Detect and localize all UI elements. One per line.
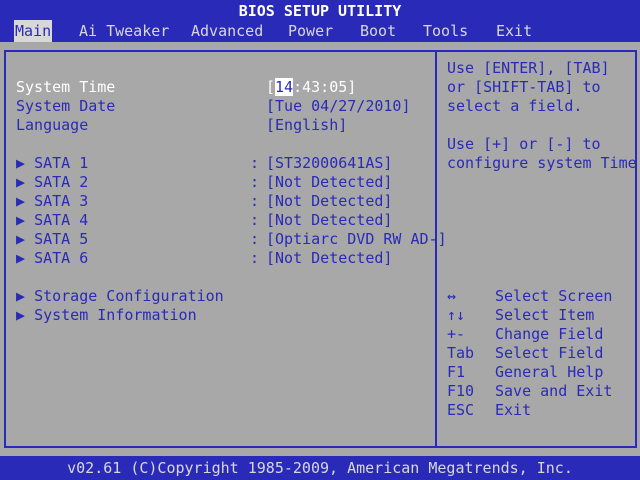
submenu-arrow-icon: ▶ xyxy=(16,173,26,191)
system-time-row[interactable]: System Time xyxy=(16,78,115,97)
help-line-2: or [SHIFT-TAB] to xyxy=(447,78,601,96)
sata-5-label: SATA 5 xyxy=(34,230,89,248)
language-label: Language xyxy=(16,116,89,134)
key-desc: Select Screen xyxy=(495,287,613,305)
system-time-label: System Time xyxy=(16,78,116,96)
submenu-arrow-icon: ▶ xyxy=(16,306,26,324)
key-desc: Select Field xyxy=(495,344,604,362)
key-desc: General Help xyxy=(495,363,604,381)
key-desc: Save and Exit xyxy=(495,382,613,400)
sata-1-value: [ST32000641AS] xyxy=(266,154,393,172)
sata-4-separator: : xyxy=(250,211,260,229)
language-row[interactable]: Language xyxy=(16,116,88,135)
sata-1-row[interactable]: ▶ SATA 1 xyxy=(16,154,88,173)
system-time-value[interactable]: [14:43:05] xyxy=(266,78,356,97)
key-desc: Select Item xyxy=(495,306,595,324)
key-legend-select-item: ↑↓ Select Item xyxy=(447,306,594,325)
window-title: BIOS SETUP UTILITY xyxy=(0,0,640,20)
help-line-5: configure system Time. xyxy=(447,154,640,172)
sata-5-row[interactable]: ▶ SATA 5 xyxy=(16,230,88,249)
key-legend-exit: ESC Exit xyxy=(447,401,531,420)
submenu-arrow-icon: ▶ xyxy=(16,192,26,210)
help-line-3: select a field. xyxy=(447,97,583,115)
sata-2-value: [Not Detected] xyxy=(266,173,393,191)
sata-5-value: [Optiarc DVD RW AD-] xyxy=(266,230,447,248)
tab-power[interactable]: Power xyxy=(288,20,333,42)
key-desc: Change Field xyxy=(495,325,604,343)
sata-3-row[interactable]: ▶ SATA 3 xyxy=(16,192,88,211)
help-line-4: Use [+] or [-] to xyxy=(447,135,601,153)
system-information-item[interactable]: ▶ System Information xyxy=(16,306,197,325)
copyright-footer: v02.61 (C)Copyright 1985-2009, American … xyxy=(0,456,640,480)
system-date-label: System Date xyxy=(16,97,116,115)
sata-6-label: SATA 6 xyxy=(34,249,89,267)
sata-2-row[interactable]: ▶ SATA 2 xyxy=(16,173,88,192)
sata-6-row[interactable]: ▶ SATA 6 xyxy=(16,249,88,268)
f1-key: F1 xyxy=(447,363,466,381)
submenu-arrow-icon: ▶ xyxy=(16,211,26,229)
system-date-value[interactable]: [Tue 04/27/2010] xyxy=(266,97,411,116)
submenu-arrow-icon: ▶ xyxy=(16,287,26,305)
tab-tools[interactable]: Tools xyxy=(423,20,468,42)
sata-2-separator: : xyxy=(250,173,260,191)
tab-boot[interactable]: Boot xyxy=(360,20,396,42)
sata-6-value: [Not Detected] xyxy=(266,249,393,267)
submenu-arrow-icon: ▶ xyxy=(16,154,26,172)
system-date-row[interactable]: System Date xyxy=(16,97,115,116)
system-time-hour-cursor[interactable]: 14 xyxy=(275,78,294,96)
help-line-1: Use [ENTER], [TAB] xyxy=(447,59,610,77)
key-desc: Exit xyxy=(495,401,532,419)
tab-key: Tab xyxy=(447,344,475,362)
system-time-rest: :43:05] xyxy=(293,78,357,96)
sata-4-row[interactable]: ▶ SATA 4 xyxy=(16,211,88,230)
sata-5-separator: : xyxy=(250,230,260,248)
plus-minus-key: +- xyxy=(447,325,466,343)
key-legend-save-exit: F10 Save and Exit xyxy=(447,382,612,401)
language-value[interactable]: [English] xyxy=(266,116,347,135)
key-legend-select-field: Tab Select Field xyxy=(447,344,603,363)
submenu-arrow-icon: ▶ xyxy=(16,249,26,267)
system-information-label: System Information xyxy=(34,306,197,324)
menu-bar: Main Ai Tweaker Advanced Power Boot Tool… xyxy=(0,20,640,42)
tab-advanced[interactable]: Advanced xyxy=(191,20,263,42)
key-legend-general-help: F1 General Help xyxy=(447,363,603,382)
sata-3-separator: : xyxy=(250,192,260,210)
tab-exit[interactable]: Exit xyxy=(496,20,532,42)
sata-1-label: SATA 1 xyxy=(34,154,89,172)
sata-6-separator: : xyxy=(250,249,260,267)
storage-configuration-item[interactable]: ▶ Storage Configuration xyxy=(16,287,224,306)
sata-1-separator: : xyxy=(250,154,260,172)
up-down-arrow-icon: ↑↓ xyxy=(447,306,466,324)
left-right-arrow-icon: ↔ xyxy=(447,287,457,305)
sata-4-value: [Not Detected] xyxy=(266,211,393,229)
f10-key: F10 xyxy=(447,382,475,400)
tab-main[interactable]: Main xyxy=(14,20,53,42)
esc-key: ESC xyxy=(447,401,475,419)
tab-ai-tweaker[interactable]: Ai Tweaker xyxy=(79,20,169,42)
key-legend-change-field: +- Change Field xyxy=(447,325,603,344)
sata-4-label: SATA 4 xyxy=(34,211,89,229)
key-legend-select-screen: ↔ Select Screen xyxy=(447,287,612,306)
sata-3-label: SATA 3 xyxy=(34,192,89,210)
bios-screen: BIOS SETUP UTILITY Main Ai Tweaker Advan… xyxy=(0,0,640,480)
submenu-arrow-icon: ▶ xyxy=(16,230,26,248)
system-time-open-bracket: [ xyxy=(266,78,276,96)
sata-2-label: SATA 2 xyxy=(34,173,89,191)
storage-configuration-label: Storage Configuration xyxy=(34,287,224,305)
sata-3-value: [Not Detected] xyxy=(266,192,393,210)
